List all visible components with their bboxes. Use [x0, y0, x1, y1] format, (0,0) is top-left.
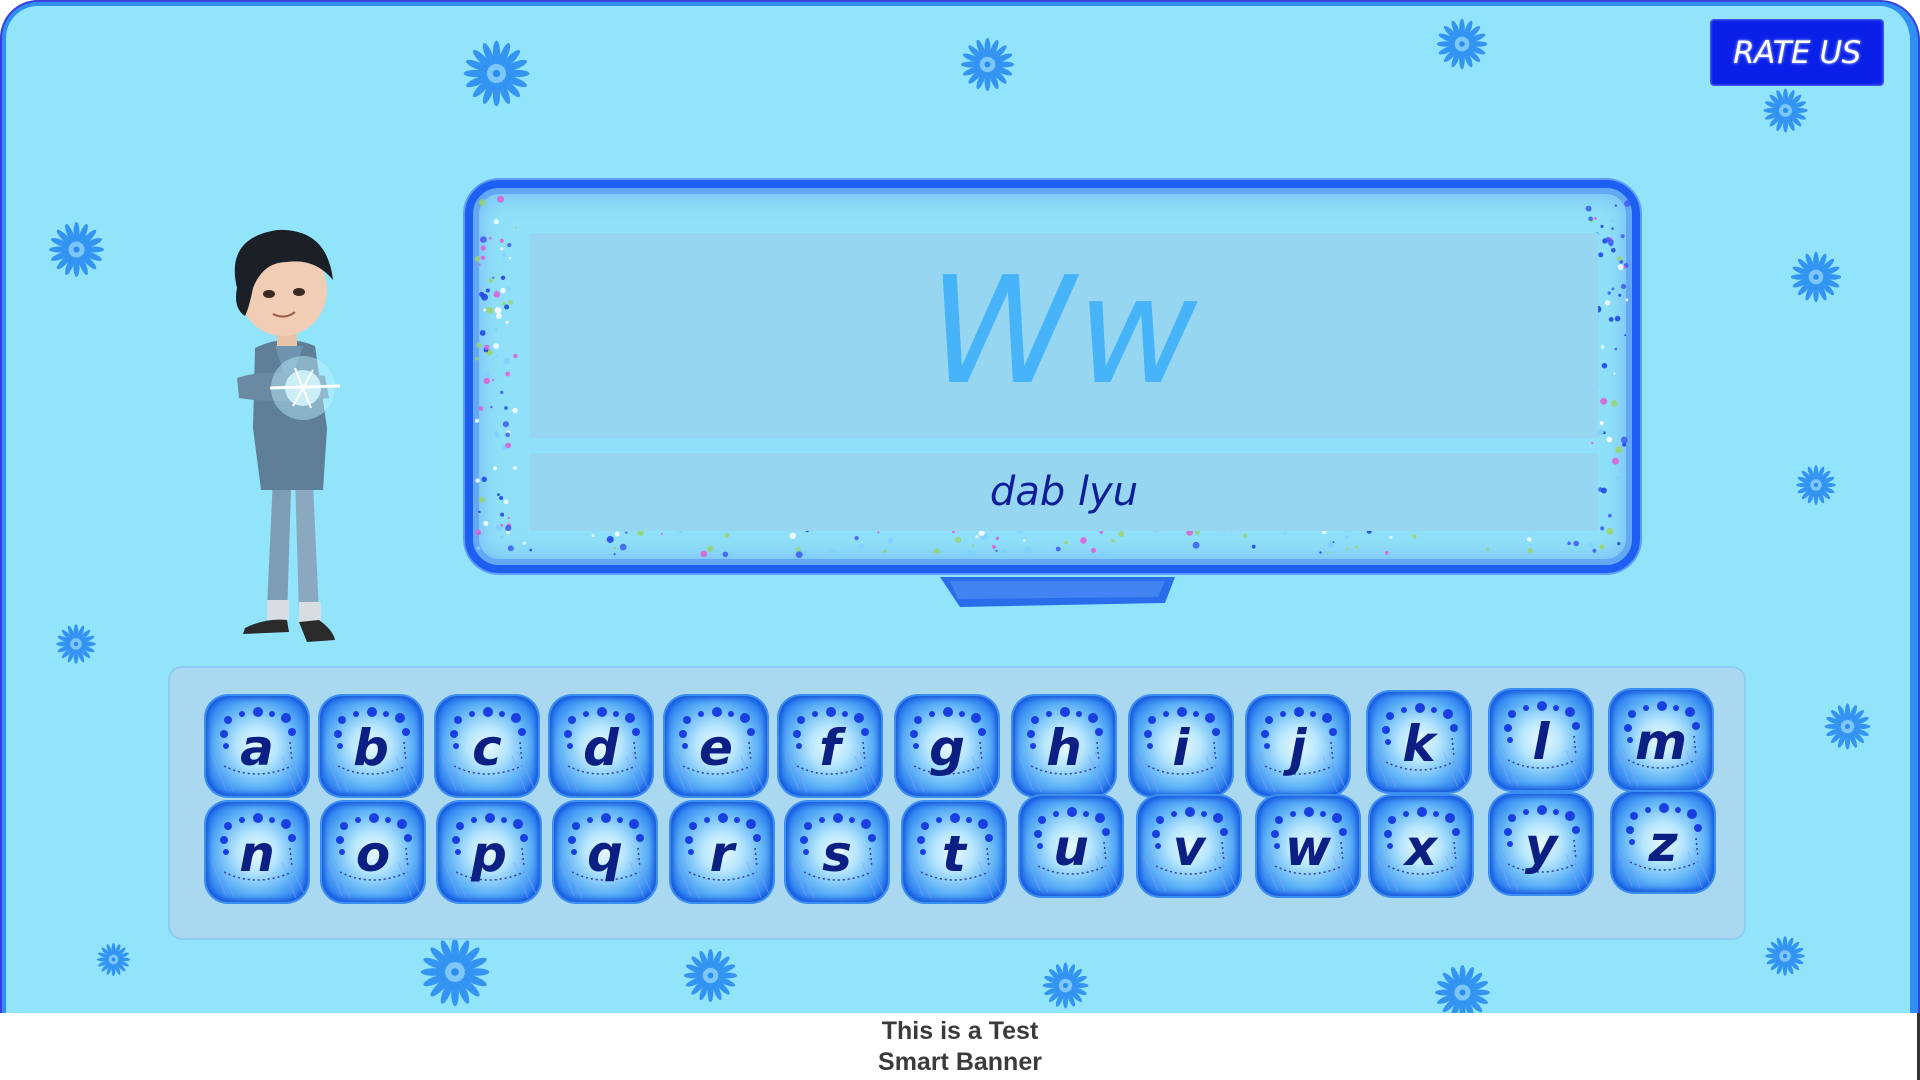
key-n[interactable]: n: [206, 802, 308, 902]
key-label: r: [709, 825, 735, 883]
key-x[interactable]: x: [1370, 796, 1472, 896]
alphabet-keyboard: a b c d e f g h i j k l m n o p q r s t u v w x y z: [168, 666, 1746, 940]
key-m[interactable]: m: [1610, 690, 1712, 790]
key-z[interactable]: z: [1612, 792, 1714, 892]
rate-us-button[interactable]: RATE US: [1710, 19, 1884, 86]
key-label: s: [822, 825, 852, 883]
key-q[interactable]: q: [554, 802, 656, 902]
key-f[interactable]: f: [779, 696, 881, 796]
key-p[interactable]: p: [438, 802, 540, 902]
flower-icon: [1794, 463, 1838, 507]
key-label: m: [1634, 713, 1688, 771]
flower-icon: [1822, 701, 1873, 752]
key-r[interactable]: r: [671, 802, 773, 902]
key-label: n: [239, 825, 275, 883]
flower-icon: [46, 219, 107, 280]
key-label: t: [942, 825, 966, 883]
key-y[interactable]: y: [1490, 794, 1592, 894]
pronunciation-panel: dab lyu: [530, 453, 1598, 531]
flower-icon: [1434, 16, 1490, 72]
key-label: g: [929, 719, 965, 777]
flower-icon: [1040, 960, 1091, 1011]
key-label: u: [1053, 819, 1089, 877]
key-t[interactable]: t: [903, 802, 1005, 902]
key-label: i: [1172, 719, 1190, 777]
flower-icon: [681, 946, 740, 1005]
key-label: y: [1524, 817, 1558, 875]
key-v[interactable]: v: [1138, 796, 1240, 896]
key-label: h: [1046, 719, 1082, 777]
key-label: k: [1402, 715, 1436, 773]
key-d[interactable]: d: [550, 696, 652, 796]
key-label: q: [587, 825, 623, 883]
key-label: w: [1284, 819, 1332, 877]
flower-icon: [1763, 934, 1807, 978]
key-s[interactable]: s: [786, 802, 888, 902]
key-l[interactable]: l: [1490, 690, 1592, 790]
key-label: l: [1532, 713, 1550, 771]
smart-banner-ad[interactable]: This is a Test Smart Banner: [0, 1013, 1920, 1080]
flower-icon: [1788, 249, 1844, 305]
key-u[interactable]: u: [1020, 796, 1122, 896]
key-label: d: [583, 719, 619, 777]
key-label: z: [1648, 815, 1678, 873]
key-g[interactable]: g: [896, 696, 998, 796]
key-e[interactable]: e: [665, 696, 767, 796]
key-label: f: [819, 719, 841, 777]
letter-panel: Ww: [530, 233, 1598, 438]
flower-icon: [958, 35, 1017, 94]
flower-icon: [1761, 86, 1810, 135]
key-label: o: [355, 825, 391, 883]
flower-icon: [1432, 962, 1493, 1013]
key-c[interactable]: c: [436, 696, 538, 796]
key-h[interactable]: h: [1013, 696, 1115, 796]
flower-icon: [460, 37, 533, 110]
key-label: a: [240, 719, 274, 777]
key-label: p: [471, 825, 507, 883]
key-label: j: [1289, 719, 1307, 777]
key-label: x: [1404, 819, 1438, 877]
letter-pronunciation: dab lyu: [989, 469, 1139, 515]
key-o[interactable]: o: [322, 802, 424, 902]
game-stage: Ww dab lyu a b c d e f g h i j k l m n o p q r s t u v w x y z RA…: [0, 0, 1920, 1013]
flower-icon: [54, 622, 98, 666]
banner-line-2: Smart Banner: [878, 1047, 1042, 1076]
key-j[interactable]: j: [1247, 696, 1349, 796]
key-label: v: [1172, 819, 1206, 877]
boy-character-icon: [215, 228, 365, 648]
flower-icon: [417, 934, 493, 1010]
letter-display-board: Ww dab lyu: [465, 180, 1640, 573]
flower-icon: [95, 941, 132, 978]
key-label: e: [699, 719, 733, 777]
key-k[interactable]: k: [1368, 692, 1470, 792]
key-a[interactable]: a: [206, 696, 308, 796]
key-b[interactable]: b: [320, 696, 422, 796]
current-letter: Ww: [928, 244, 1200, 417]
key-label: c: [472, 719, 502, 777]
key-i[interactable]: i: [1130, 696, 1232, 796]
banner-line-1: This is a Test: [881, 1016, 1039, 1045]
board-stand: [940, 573, 1175, 611]
key-label: b: [353, 719, 389, 777]
key-w[interactable]: w: [1257, 796, 1359, 896]
